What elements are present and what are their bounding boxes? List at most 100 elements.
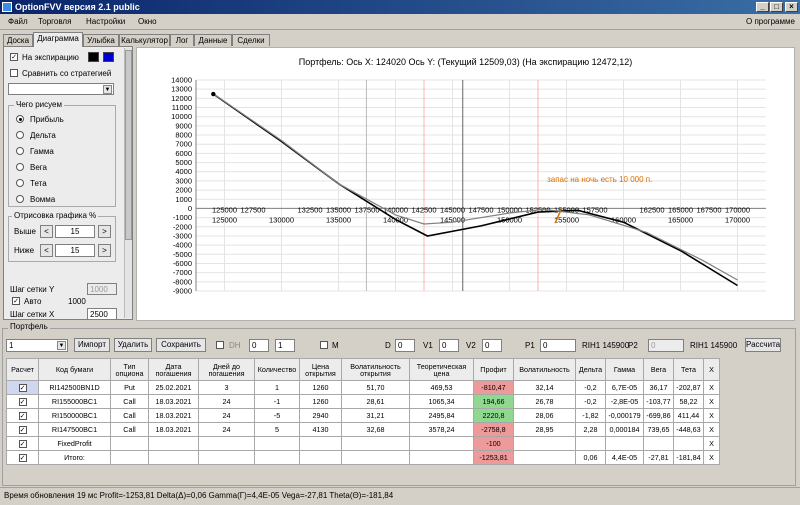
v1-input[interactable]: 0: [439, 339, 459, 352]
tab-data[interactable]: Данные: [194, 34, 232, 46]
row-checkbox[interactable]: ✓: [18, 383, 27, 392]
radio-vomma[interactable]: [16, 195, 24, 203]
table-cell: 24: [198, 394, 255, 409]
grid-y-input[interactable]: 1000: [87, 283, 117, 295]
table-row[interactable]: ✓ RI150000BC1 Call 18.03.2021 24 -5 2940 31,21 2…: [6, 408, 720, 423]
at-expiry-checkbox[interactable]: ✓: [10, 53, 18, 61]
row-checkbox[interactable]: ✓: [18, 397, 27, 406]
d-input[interactable]: 0: [395, 339, 415, 352]
above-increase-button[interactable]: >: [98, 225, 111, 238]
save-button[interactable]: Сохранить: [156, 338, 206, 352]
left-panel-scrollbar[interactable]: [124, 48, 132, 318]
dh-spin-a[interactable]: 0: [249, 339, 269, 352]
menu-settings[interactable]: Настройки: [86, 16, 125, 28]
delete-button[interactable]: Удалить: [114, 338, 152, 352]
maximize-button[interactable]: □: [770, 2, 783, 12]
remove-row-button[interactable]: X: [703, 408, 720, 423]
column-header[interactable]: Вега: [643, 358, 674, 381]
import-button[interactable]: Импорт: [74, 338, 110, 352]
column-header[interactable]: Дата погашения: [148, 358, 199, 381]
column-header[interactable]: Профит: [473, 358, 514, 381]
portfolio-select[interactable]: 1 ▼: [6, 339, 68, 352]
table-row[interactable]: ✓ Итого: -1253,81 0,06 4,4E-05 -27,81 -181,84 X: [6, 450, 720, 465]
grid-x-input[interactable]: 2500: [87, 308, 117, 320]
column-header[interactable]: Количество: [254, 358, 300, 381]
calc-checkbox-cell[interactable]: ✓: [6, 436, 39, 451]
radio-profit[interactable]: [16, 115, 24, 123]
p2-input[interactable]: 0: [648, 339, 684, 352]
radio-vega[interactable]: [16, 163, 24, 171]
column-header[interactable]: Волатильность: [513, 358, 576, 381]
column-header[interactable]: Код бумаги: [38, 358, 111, 381]
calc-checkbox-cell[interactable]: ✓: [6, 450, 39, 465]
column-header[interactable]: Волатильность открытия: [341, 358, 410, 381]
column-header[interactable]: Дней до погашения: [198, 358, 255, 381]
payoff-chart[interactable]: 1400013000120001100010000900080007000600…: [136, 47, 795, 321]
expiry-color-swatch[interactable]: [88, 52, 99, 62]
current-color-swatch[interactable]: [103, 52, 114, 62]
row-checkbox[interactable]: ✓: [18, 453, 27, 462]
column-header[interactable]: Теоретическая цена: [409, 358, 474, 381]
x-tick-label-top: 165000: [668, 205, 693, 214]
below-input[interactable]: 15: [55, 244, 95, 257]
x-tick-label-top: 142500: [411, 205, 436, 214]
column-header[interactable]: Дельта: [575, 358, 606, 381]
auto-checkbox[interactable]: ✓: [12, 297, 20, 305]
tab-log[interactable]: Лог: [170, 34, 194, 46]
radio-delta[interactable]: [16, 131, 24, 139]
radio-gamma[interactable]: [16, 147, 24, 155]
radio-theta[interactable]: [16, 179, 24, 187]
v2-input[interactable]: 0: [482, 339, 502, 352]
table-row[interactable]: ✓ FixedProfit -100 X: [6, 436, 720, 451]
tab-smile[interactable]: Улыбка: [83, 34, 119, 46]
below-decrease-button[interactable]: <: [40, 244, 53, 257]
menu-window[interactable]: Окно: [138, 16, 157, 28]
column-header[interactable]: Расчет: [6, 358, 39, 381]
column-header[interactable]: Гамма: [605, 358, 644, 381]
tab-deals[interactable]: Сделки: [232, 34, 270, 46]
menu-about[interactable]: О программе: [746, 16, 795, 28]
table-row[interactable]: ✓ RI147500BC1 Call 18.03.2021 24 5 4130 32,68 35…: [6, 422, 720, 437]
calculate-button[interactable]: Рассчитать: [745, 338, 781, 352]
tab-calculator[interactable]: Калькулятор: [119, 34, 170, 46]
strategy-select[interactable]: ▼: [8, 83, 114, 95]
tab-board[interactable]: Доска: [3, 34, 33, 46]
dh-spin-b[interactable]: 1: [275, 339, 295, 352]
table-cell: 58,22: [673, 394, 704, 409]
column-header[interactable]: X: [703, 358, 720, 381]
row-checkbox[interactable]: ✓: [18, 425, 27, 434]
table-cell: [605, 436, 644, 451]
p1-label: P1: [525, 341, 535, 350]
row-checkbox[interactable]: ✓: [18, 411, 27, 420]
column-header[interactable]: Тета: [673, 358, 704, 381]
column-header[interactable]: Тип опциона: [110, 358, 149, 381]
table-row[interactable]: ✓ RI142500BN1D Put 25.02.2021 3 1 1260 51,70 469…: [6, 380, 720, 395]
table-cell: 2940: [299, 408, 342, 423]
calc-checkbox-cell[interactable]: ✓: [6, 408, 39, 423]
compare-checkbox[interactable]: [10, 69, 18, 77]
scrollbar-thumb[interactable]: [125, 50, 132, 240]
below-increase-button[interactable]: >: [98, 244, 111, 257]
tab-diagram[interactable]: Диаграмма: [33, 32, 83, 47]
remove-row-button[interactable]: X: [703, 450, 720, 465]
calc-checkbox-cell[interactable]: ✓: [6, 422, 39, 437]
remove-row-button[interactable]: X: [703, 436, 720, 451]
close-button[interactable]: ×: [785, 2, 798, 12]
table-cell: -1: [254, 394, 300, 409]
above-input[interactable]: 15: [55, 225, 95, 238]
m-checkbox[interactable]: [320, 341, 328, 349]
table-row[interactable]: ✓ RI155000BC1 Call 18.03.2021 24 -1 1260 28,61 1…: [6, 394, 720, 409]
remove-row-button[interactable]: X: [703, 380, 720, 395]
minimize-button[interactable]: _: [756, 2, 769, 12]
column-header[interactable]: Цена открытия: [299, 358, 342, 381]
menu-file[interactable]: Файл: [8, 16, 28, 28]
calc-checkbox-cell[interactable]: ✓: [6, 394, 39, 409]
row-checkbox[interactable]: ✓: [18, 439, 27, 448]
calc-checkbox-cell[interactable]: ✓: [6, 380, 39, 395]
dh-checkbox[interactable]: [216, 341, 224, 349]
remove-row-button[interactable]: X: [703, 394, 720, 409]
above-decrease-button[interactable]: <: [40, 225, 53, 238]
menu-trading[interactable]: Торговля: [38, 16, 71, 28]
p1-input[interactable]: 0: [540, 339, 576, 352]
remove-row-button[interactable]: X: [703, 422, 720, 437]
